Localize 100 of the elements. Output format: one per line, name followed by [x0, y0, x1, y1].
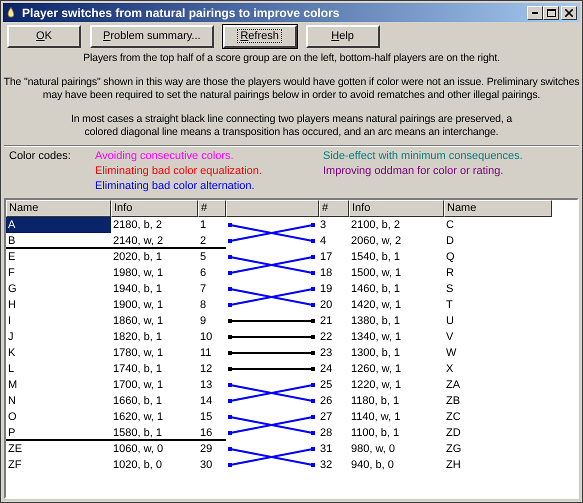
- table-cell-text: 1860, w, 1: [112, 314, 164, 329]
- table-cell[interactable]: ZF: [6, 457, 111, 473]
- table-cell[interactable]: O: [6, 409, 111, 425]
- table-cell-text: 13: [199, 378, 214, 393]
- table-cell-text: 7: [199, 282, 208, 297]
- color-code-text: Eliminating bad color equalization.: [95, 164, 262, 179]
- table-cell[interactable]: A: [6, 217, 111, 233]
- table-cell[interactable]: K: [6, 345, 111, 361]
- table-cell-text: Q: [445, 250, 456, 265]
- color-codes-label: Color codes:: [9, 149, 72, 164]
- table-cell-text: 1300, b, 1: [350, 346, 401, 361]
- table-cell-text: 29: [199, 442, 214, 457]
- dialog-button[interactable]: Refresh: [222, 25, 297, 48]
- table-cell-text: 1940, b, 1: [112, 282, 163, 297]
- table-cell-text: 14: [199, 394, 214, 409]
- table-cell-text: 1020, b, 0: [112, 458, 163, 473]
- table-cell-text: 21: [319, 314, 334, 329]
- table-cell-text: 1700, w, 1: [112, 378, 164, 393]
- table-cell-text: C: [445, 218, 455, 233]
- table-cell-text: 1620, w, 1: [112, 410, 164, 425]
- table-cell-text: 6: [199, 266, 208, 281]
- table-cell-text: 32: [319, 458, 334, 473]
- table-cell[interactable]: N: [6, 393, 111, 409]
- description-paragraph: The "natural pairings" shown in this way are those the players would have gotten if color were not an issue. Preliminary switches may have been required to set the natural pairings below in order to avoid rematches and other illegal pairings.: [3, 76, 580, 102]
- table-cell-text: 1220, w, 1: [350, 378, 402, 393]
- table-cell-text: ZB: [445, 394, 462, 409]
- description-paragraph: In most cases a straight black line connecting two players means natural pairings are preserved, a colored diagonal line means a transposition has occured, and an arc means an interchange.: [70, 113, 514, 139]
- table-cell-text: ZA: [445, 378, 462, 393]
- maximize-button[interactable]: [543, 6, 559, 20]
- color-code-text: Avoiding consecutive colors.: [95, 149, 234, 164]
- table-cell[interactable]: E: [6, 249, 111, 265]
- table-cell[interactable]: ZE: [6, 441, 111, 457]
- table-cell-text: 10: [199, 330, 214, 345]
- table-cell-text: 12: [199, 362, 214, 377]
- table-cell-text: 25: [319, 378, 334, 393]
- table-cell-text: 9: [199, 314, 208, 329]
- maximize-icon: [546, 8, 556, 16]
- table-cell-text: 1460, b, 1: [350, 282, 401, 297]
- column-header[interactable]: Info: [349, 200, 444, 217]
- table-cell-text: W: [445, 346, 458, 361]
- minimize-icon: [532, 12, 538, 14]
- table-cell-text: S: [445, 282, 454, 297]
- column-header[interactable]: [226, 200, 319, 217]
- table-cell-text: 18: [319, 266, 334, 281]
- table-cell-text: V: [445, 330, 454, 345]
- table-cell[interactable]: M: [6, 377, 111, 393]
- table-cell[interactable]: L: [6, 361, 111, 377]
- description-paragraph: Players from the top half of a score group are on the left, bottom-half players are on the right.: [83, 52, 500, 65]
- dialog-button[interactable]: Help: [306, 25, 380, 48]
- table-cell[interactable]: I: [6, 313, 111, 329]
- table-cell-text: 3: [319, 218, 328, 233]
- table-cell-text: 16: [199, 426, 214, 441]
- table-cell-text: 1980, w, 1: [112, 266, 164, 281]
- table-cell-text: 2180, b, 2: [112, 218, 163, 233]
- table-cell-text: 17: [319, 250, 334, 265]
- table-cell-text: 4: [319, 234, 328, 249]
- table-cell-text: R: [445, 266, 455, 281]
- table-cell-text: 8: [199, 298, 208, 313]
- table-cell-text: 2140, w, 2: [112, 234, 164, 249]
- table-cell-text: 1380, b, 1: [350, 314, 401, 329]
- table-cell[interactable]: H: [6, 297, 111, 313]
- column-header[interactable]: #: [198, 200, 226, 217]
- table-cell-text: 23: [319, 346, 334, 361]
- close-button[interactable]: [561, 6, 577, 20]
- table-cell-text: 11: [199, 346, 212, 361]
- table-cell-text: 5: [199, 250, 208, 265]
- table-cell-text: 1260, w, 1: [350, 362, 402, 377]
- table-cell-text: D: [445, 234, 455, 249]
- column-header[interactable]: Name: [444, 200, 552, 217]
- table-cell-text: 940, b, 0: [350, 458, 395, 473]
- table-cell-text: 1660, b, 1: [112, 394, 163, 409]
- table-cell-text: 1540, b, 1: [350, 250, 401, 265]
- table-cell[interactable]: F: [6, 265, 111, 281]
- table-cell-text: 1: [199, 218, 208, 233]
- table-cell-text: 1500, w, 1: [350, 266, 402, 281]
- minimize-button[interactable]: [527, 6, 543, 20]
- column-header[interactable]: Name: [6, 200, 111, 217]
- table-cell-text: 28: [319, 426, 334, 441]
- table-cell-text: ZC: [445, 410, 462, 425]
- column-header[interactable]: #: [319, 200, 349, 217]
- table-cell[interactable]: J: [6, 329, 111, 345]
- table-cell-text: 24: [319, 362, 334, 377]
- table-cell-text: 26: [319, 394, 334, 409]
- column-header[interactable]: Info: [111, 200, 198, 217]
- table-cell-text: 31: [319, 442, 334, 457]
- table-cell-text: 980, w, 0: [350, 442, 396, 457]
- dialog-button[interactable]: OK: [7, 25, 81, 48]
- table-cell-text: 1420, w, 1: [350, 298, 402, 313]
- dialog-button[interactable]: Problem summary...: [90, 25, 214, 48]
- color-code-text: Side-effect with minimum consequences.: [323, 149, 523, 164]
- table-cell-text: 2: [199, 234, 208, 249]
- table-cell-text: 1340, w, 1: [350, 330, 402, 345]
- flame-icon: [6, 6, 16, 19]
- table-cell-text: 1580, b, 1: [112, 426, 163, 441]
- table-cell[interactable]: B: [6, 233, 111, 249]
- table-cell-text: 1820, b, 1: [112, 330, 163, 345]
- table-cell-text: 1180, b, 1: [350, 394, 400, 409]
- table-cell[interactable]: G: [6, 281, 111, 297]
- table-cell-text: 1060, w, 0: [112, 442, 164, 457]
- table-cell[interactable]: P: [6, 425, 111, 441]
